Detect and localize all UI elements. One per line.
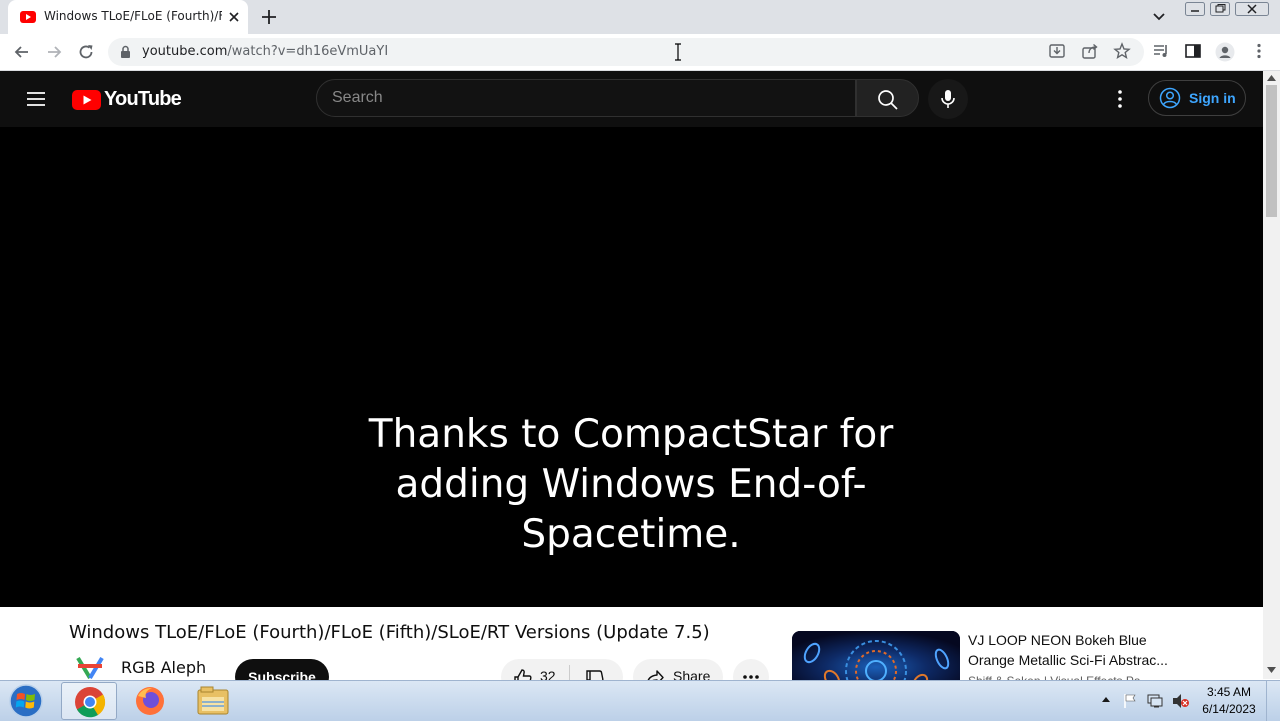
taskbar-chrome-icon[interactable] bbox=[61, 682, 117, 720]
star-icon[interactable] bbox=[1113, 42, 1131, 60]
back-icon[interactable] bbox=[12, 42, 32, 62]
tab-title: Windows TLoE/FLoE (Fourth)/FLoE (Fifth)/… bbox=[44, 9, 222, 23]
youtube-logo[interactable]: YouTube bbox=[72, 88, 182, 111]
kebab-icon[interactable] bbox=[1250, 42, 1268, 60]
recommended-video-title[interactable]: VJ LOOP NEON Bokeh Blue Orange Metallic … bbox=[968, 630, 1178, 670]
text-cursor-icon bbox=[674, 43, 682, 61]
logo-text: YouTube bbox=[104, 88, 182, 110]
caption-line: adding Windows End-of- bbox=[395, 462, 867, 507]
clock-time[interactable]: 3:45 AM bbox=[1199, 685, 1259, 699]
start-orb-icon[interactable] bbox=[6, 682, 46, 720]
chevron-down-icon[interactable] bbox=[1152, 10, 1166, 24]
browser-toolbar: youtube.com/watch?v=dh16eVmUaYI bbox=[0, 34, 1280, 71]
browser-tab[interactable]: Windows TLoE/FLoE (Fourth)/FLoE (Fifth)/… bbox=[8, 0, 248, 34]
youtube-favicon-icon bbox=[20, 11, 36, 23]
restore-icon[interactable] bbox=[1210, 2, 1230, 16]
reading-list-icon[interactable] bbox=[1152, 42, 1170, 60]
microphone-icon bbox=[941, 90, 955, 108]
scroll-down-arrow-icon[interactable] bbox=[1267, 667, 1276, 673]
video-player[interactable]: Thanks to CompactStar for adding Windows… bbox=[0, 127, 1263, 607]
caption-line: Thanks to CompactStar for bbox=[368, 412, 894, 457]
voice-search-button[interactable] bbox=[928, 79, 968, 119]
scroll-thumb[interactable] bbox=[1266, 85, 1277, 217]
share-icon[interactable] bbox=[1081, 42, 1099, 60]
minimize-icon[interactable] bbox=[1185, 2, 1205, 16]
video-caption: Thanks to CompactStar for adding Windows… bbox=[331, 410, 931, 560]
close-window-icon[interactable] bbox=[1235, 2, 1269, 16]
scroll-up-arrow-icon[interactable] bbox=[1267, 75, 1276, 81]
new-tab-plus-icon[interactable] bbox=[260, 8, 278, 26]
search-icon bbox=[878, 90, 898, 110]
profile-icon[interactable] bbox=[1215, 42, 1235, 62]
show-hidden-icons-icon[interactable] bbox=[1101, 693, 1111, 707]
taskbar-file-explorer-icon[interactable] bbox=[185, 682, 241, 720]
taskbar-firefox-icon[interactable] bbox=[122, 682, 178, 720]
settings-kebab-icon[interactable] bbox=[1112, 89, 1128, 109]
volume-muted-icon[interactable] bbox=[1172, 693, 1190, 709]
caption-line: Spacetime. bbox=[521, 512, 741, 557]
url-domain: youtube.com bbox=[142, 44, 228, 59]
address-bar[interactable]: youtube.com/watch?v=dh16eVmUaYI bbox=[108, 38, 1144, 66]
clock-date[interactable]: 6/14/2023 bbox=[1199, 702, 1259, 716]
youtube-header: YouTube Search Sign in bbox=[0, 71, 1263, 127]
show-desktop-button[interactable] bbox=[1266, 681, 1280, 721]
channel-avatar[interactable] bbox=[72, 656, 108, 680]
forward-icon[interactable] bbox=[44, 42, 64, 62]
close-tab-icon[interactable] bbox=[226, 9, 242, 25]
action-center-flag-icon[interactable] bbox=[1123, 693, 1137, 709]
side-panel-icon[interactable] bbox=[1184, 42, 1202, 60]
search-input[interactable]: Search bbox=[316, 79, 856, 117]
sign-in-button[interactable]: Sign in bbox=[1148, 80, 1246, 116]
windows-taskbar: 3:45 AM 6/14/2023 bbox=[0, 680, 1280, 721]
menu-icon[interactable] bbox=[26, 91, 46, 107]
reload-icon[interactable] bbox=[76, 42, 96, 62]
install-icon[interactable] bbox=[1048, 42, 1066, 60]
channel-name[interactable]: RGB Aleph bbox=[121, 658, 206, 677]
url-path: /watch?v=dh16eVmUaYI bbox=[227, 44, 389, 59]
browser-tab-strip: Windows TLoE/FLoE (Fourth)/FLoE (Fifth)/… bbox=[0, 0, 1280, 34]
sign-in-label: Sign in bbox=[1189, 90, 1236, 106]
search-button[interactable] bbox=[856, 79, 919, 117]
lock-icon[interactable] bbox=[120, 45, 131, 59]
url-text: youtube.com/watch?v=dh16eVmUaYI bbox=[142, 44, 388, 59]
page-scrollbar[interactable] bbox=[1263, 71, 1280, 679]
account-icon bbox=[1159, 87, 1181, 109]
video-title: Windows TLoE/FLoE (Fourth)/FLoE (Fifth)/… bbox=[69, 622, 710, 643]
youtube-play-icon bbox=[72, 89, 101, 110]
network-icon[interactable] bbox=[1146, 693, 1164, 709]
